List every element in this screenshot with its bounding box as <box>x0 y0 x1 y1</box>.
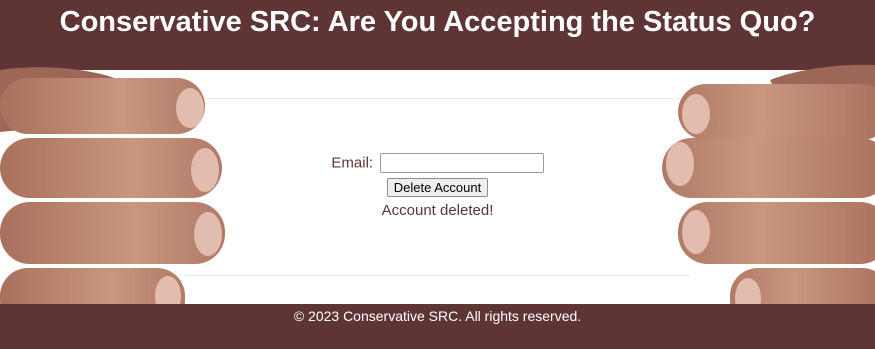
delete-account-button[interactable]: Delete Account <box>386 178 489 197</box>
email-row: Email: <box>0 153 875 173</box>
site-footer: © 2023 Conservative SRC. All rights rese… <box>0 304 875 349</box>
page-title: Conservative SRC: Are You Accepting the … <box>59 6 816 38</box>
button-row: Delete Account <box>0 178 875 197</box>
status-message: Account deleted! <box>381 202 494 219</box>
footer-copyright: © 2023 Conservative SRC. All rights rese… <box>293 308 582 324</box>
status-row: Account deleted! <box>0 202 875 220</box>
email-field[interactable] <box>379 153 544 173</box>
site-header: Conservative SRC: Are You Accepting the … <box>0 0 875 70</box>
email-label: Email: <box>331 154 374 172</box>
